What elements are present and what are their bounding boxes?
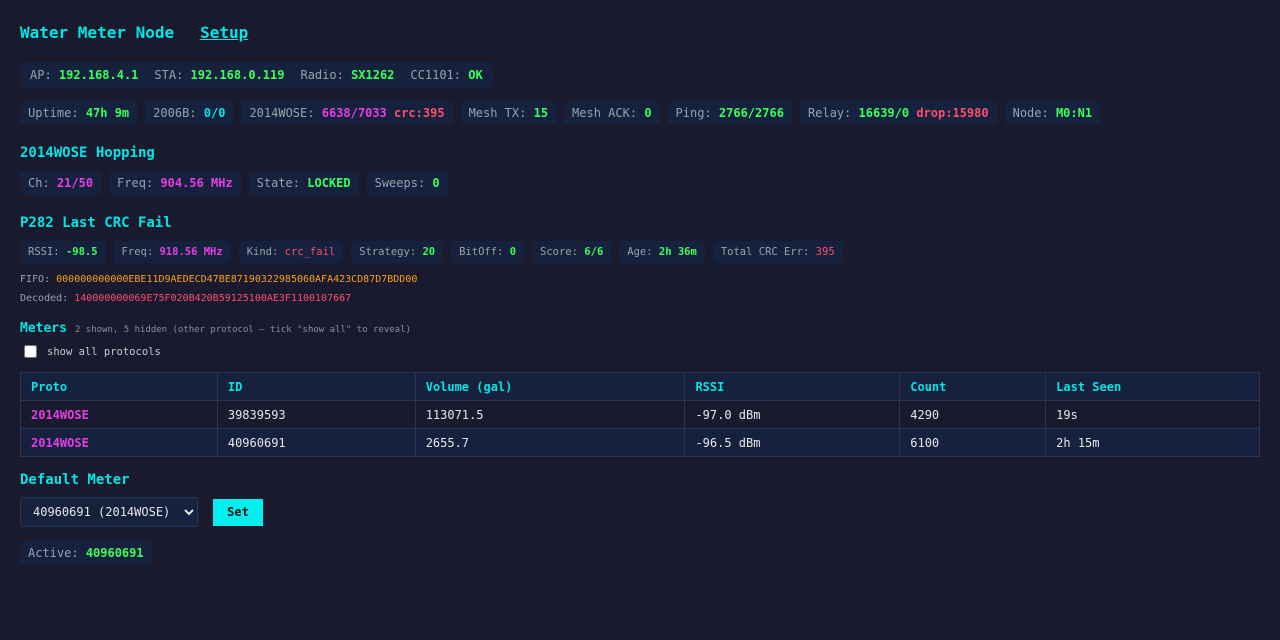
cell-rssi: -97.0 dBm: [684, 400, 901, 429]
age-chip: Age: 2h 36m: [619, 241, 705, 263]
uptime-chip: Uptime: 47h 9m: [20, 101, 138, 125]
cell-id: 39839593: [216, 400, 416, 429]
relay-chip: Relay: 16639/0 drop:15980: [799, 101, 997, 125]
setup-link[interactable]: Setup: [200, 23, 248, 42]
strategy-chip: Strategy: 20: [351, 241, 444, 263]
cell-count: 6100: [899, 428, 1047, 457]
ap-status: AP: 192.168.4.1: [30, 68, 139, 82]
meters-subtitle: 2 shown, 5 hidden (other protocol — tick…: [74, 325, 411, 335]
table-header-row: Proto ID Volume (gal) RSSI Count Last Se…: [20, 372, 1260, 401]
crc-fail-heading: P282 Last CRC Fail: [20, 215, 172, 231]
cell-last-seen: 19s: [1045, 400, 1260, 429]
fifo-line: FIFO: 000000000000EBE11D9AEDECD47BE87190…: [20, 274, 418, 285]
crc-freq-chip: Freq: 918.56 MHz: [113, 241, 231, 263]
active-meter-chip: Active: 40960691: [20, 541, 152, 565]
meters-table: Proto ID Volume (gal) RSSI Count Last Se…: [20, 372, 1260, 457]
decoded-line: Decoded: 140000000069E75F020B420B5912510…: [20, 293, 352, 304]
hopping-bar: Ch: 21/50 Freq: 904.56 MHz State: LOCKED…: [20, 171, 448, 195]
decoded-value: 140000000069E75F020B420B59125100AE3F1100…: [74, 293, 352, 304]
set-button[interactable]: Set: [213, 498, 263, 526]
radio-status: Radio: SX1262: [300, 68, 395, 82]
default-meter-select[interactable]: 40960691 (2014WOSE): [20, 497, 198, 527]
show-all-label: show all protocols: [47, 345, 161, 358]
table-row[interactable]: 2014WOSE 40960691 2655.7 -96.5 dBm 6100 …: [20, 428, 1260, 457]
cell-count: 4290: [899, 400, 1047, 429]
2006b-chip: 2006B: 0/0: [145, 101, 234, 125]
crc-fail-bar: RSSI: -98.5 Freq: 918.56 MHz Kind: crc_f…: [20, 241, 843, 263]
col-last-seen[interactable]: Last Seen: [1045, 372, 1260, 401]
default-meter-heading: Default Meter: [20, 472, 130, 488]
cell-id: 40960691: [216, 428, 416, 457]
node-chip: Node: M0:N1: [1004, 101, 1101, 125]
col-rssi[interactable]: RSSI: [684, 372, 901, 401]
cell-volume: 2655.7: [414, 428, 686, 457]
state-chip: State: LOCKED: [248, 171, 359, 195]
cell-proto: 2014WOSE: [20, 400, 218, 429]
app-title: Water Meter Node: [20, 22, 175, 42]
show-all-checkbox[interactable]: [24, 345, 37, 358]
show-all-row: show all protocols: [24, 345, 161, 358]
meters-heading: Meters: [20, 321, 67, 336]
col-proto[interactable]: Proto: [20, 372, 218, 401]
mesh-tx-chip: Mesh TX: 15: [460, 101, 557, 125]
cell-volume: 113071.5: [414, 400, 686, 429]
hopping-heading: 2014WOSE Hopping: [20, 145, 155, 161]
freq-chip: Freq: 904.56 MHz: [109, 171, 241, 195]
col-volume[interactable]: Volume (gal): [414, 372, 686, 401]
sta-status: STA: 192.168.0.119: [154, 68, 285, 82]
cc1101-status: CC1101: OK: [410, 68, 483, 82]
status-bar-network: AP: 192.168.4.1 STA: 192.168.0.119 Radio…: [20, 62, 493, 88]
col-count[interactable]: Count: [899, 372, 1047, 401]
mesh-ack-chip: Mesh ACK: 0: [564, 101, 660, 125]
kind-chip: Kind: crc_fail: [238, 241, 344, 263]
col-id[interactable]: ID: [216, 372, 416, 401]
cell-rssi: -96.5 dBm: [684, 428, 901, 457]
2014wose-chip: 2014WOSE: 6638/7033 crc:395: [241, 101, 453, 125]
cell-last-seen: 2h 15m: [1045, 428, 1260, 457]
header: Water Meter Node Setup: [20, 20, 248, 44]
cell-proto: 2014WOSE: [20, 428, 218, 457]
rssi-chip: RSSI: -98.5: [20, 241, 106, 263]
ping-chip: Ping: 2766/2766: [667, 101, 792, 125]
fifo-value: 000000000000EBE11D9AEDECD47BE87190322985…: [56, 274, 418, 285]
sweeps-chip: Sweeps: 0: [366, 171, 448, 195]
default-meter-row: 40960691 (2014WOSE) Set: [20, 497, 263, 527]
network-status-group: AP: 192.168.4.1 STA: 192.168.0.119 Radio…: [20, 62, 493, 88]
meters-header: Meters 2 shown, 5 hidden (other protocol…: [20, 321, 411, 336]
table-row[interactable]: 2014WOSE 39839593 113071.5 -97.0 dBm 429…: [20, 400, 1260, 429]
total-crc-chip: Total CRC Err: 395: [712, 241, 843, 263]
channel-chip: Ch: 21/50: [20, 171, 102, 195]
score-chip: Score: 6/6: [532, 241, 612, 263]
status-bar-stats: Uptime: 47h 9m 2006B: 0/0 2014WOSE: 6638…: [20, 101, 1101, 125]
active-meter-bar: Active: 40960691: [20, 541, 152, 565]
bitoff-chip: BitOff: 0: [451, 241, 525, 263]
